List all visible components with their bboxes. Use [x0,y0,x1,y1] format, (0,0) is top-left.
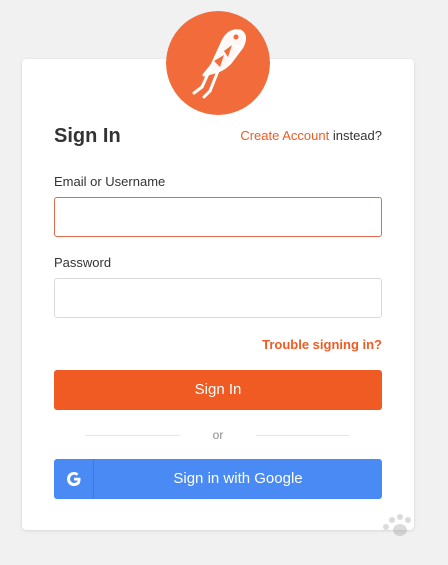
postman-logo [166,11,270,115]
google-sign-in-button[interactable]: Sign in with Google [54,459,382,499]
divider-or: or [212,428,224,442]
trouble-signing-in-link[interactable]: Trouble signing in? [262,337,382,353]
password-field[interactable] [54,278,382,318]
create-account-line: Create Account instead? [240,128,382,144]
sign-in-button[interactable]: Sign In [54,370,382,410]
watermark-logo [383,514,411,536]
create-account-link[interactable]: Create Account [240,128,329,143]
google-g-icon [67,472,81,486]
google-sign-in-label: Sign in with Google [173,470,303,487]
postman-logo-icon [166,11,270,115]
email-label: Email or Username [54,174,166,189]
create-account-suffix: instead? [332,128,382,143]
password-label: Password [54,255,112,270]
login-page: Sign In Create Account instead? Email or… [0,0,448,565]
divider-right [256,435,350,436]
page-title: Sign In [54,125,121,147]
google-icon-box [54,459,94,499]
email-field[interactable] [54,197,382,237]
divider-left [86,435,180,436]
